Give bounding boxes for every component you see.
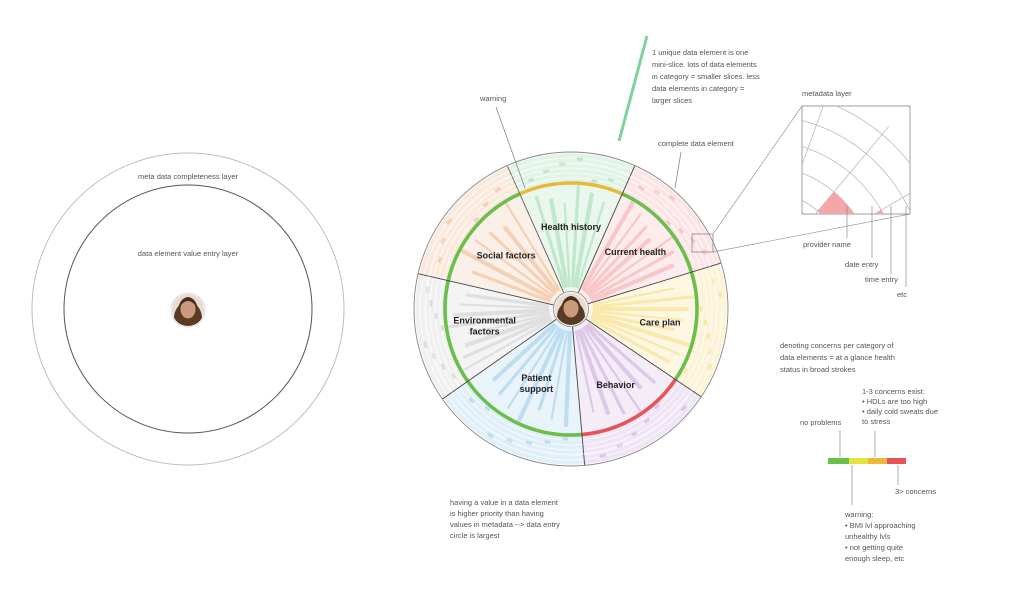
note-line: circle is largest: [450, 531, 501, 540]
no-problems-label: no problems: [800, 418, 842, 427]
etc-label: etc: [897, 290, 907, 299]
warning-detail: warning: • BMI lvl approaching unhealthy…: [844, 510, 916, 563]
metadata-tick: [591, 179, 598, 184]
provider-name-label: provider name: [803, 240, 851, 249]
note-line: mini-slice. lots of data elements: [652, 60, 757, 69]
segment-label-line: Current health: [605, 247, 667, 257]
metadata-tick: [440, 324, 445, 331]
legend-line: unhealthy lvls: [845, 532, 891, 541]
concerns-note: denoting concerns per category of data e…: [780, 341, 895, 374]
legend-line: • daily cold sweats due: [862, 407, 938, 416]
3plus-concerns-label: 3> concerns: [895, 487, 936, 496]
metadata-tick: [599, 453, 607, 458]
legend-line: • not getting quite: [845, 543, 903, 552]
segment-label-health-history: Health history: [541, 222, 601, 232]
note-line: values in metadata --> data entry: [450, 520, 560, 529]
note-line: having a value in a data element: [450, 498, 559, 507]
segment-label-line: Environmental: [453, 315, 516, 325]
legend-line: • BMI lvl approaching: [845, 521, 916, 530]
metadata-layer-label: metadata layer: [802, 89, 852, 98]
metadata-tick: [706, 333, 711, 340]
segment-label-line: Patient: [521, 373, 551, 383]
status-legend: no problems 1-3 concerns exist: • HDLs a…: [800, 387, 938, 563]
legend-line: 1-3 concerns exist:: [862, 387, 925, 396]
segment-label-line: support: [520, 384, 554, 394]
avatar: [170, 292, 206, 328]
segment-label-behavior: Behavior: [596, 380, 635, 390]
left-layer-diagram: meta data completeness layer data elemen…: [31, 152, 345, 466]
priority-note: having a value in a data element is high…: [450, 498, 560, 540]
segment-label-social-factors: Social factors: [477, 251, 536, 261]
segment-label-care-plan: Care plan: [640, 317, 681, 327]
segment-label-line: Health history: [541, 222, 601, 232]
legend-swatch-3plus-concerns: [887, 458, 906, 464]
zoom-connector: [712, 105, 803, 235]
segment-label-line: Social factors: [477, 251, 536, 261]
note-line: data elements = at a glance health: [780, 353, 895, 362]
time-entry-label: time entry: [865, 275, 898, 284]
note-line: 1 unique data element is one: [652, 48, 748, 57]
legend-line: to stress: [862, 417, 891, 426]
legend-line: • HDLs are too high: [862, 397, 927, 406]
metadata-tick: [528, 177, 535, 183]
note-line: is higher priority than having: [450, 509, 544, 518]
warning-callout-label: warning: [479, 94, 506, 103]
metadata-tick: [525, 440, 533, 445]
highlight-stroke: [617, 35, 649, 142]
segment-label-patient-support: Patient support: [520, 373, 554, 394]
segment-label-line: Behavior: [596, 380, 635, 390]
segment-label-line: factors: [470, 326, 500, 336]
segment-label-line: Care plan: [640, 317, 681, 327]
legend-line: enough sleep, etc: [845, 554, 904, 563]
metadata-tick: [544, 439, 551, 444]
legend-swatch-1-3-concerns: [868, 458, 887, 464]
mini-slice-note: 1 unique data element is one mini-slice.…: [652, 48, 760, 105]
complete-data-leader: [674, 151, 682, 189]
complete-data-element-label: complete data element: [658, 139, 735, 148]
metadata-tick: [542, 169, 550, 174]
date-entry-label: date entry: [845, 260, 879, 269]
note-line: denoting concerns per category of: [780, 341, 894, 350]
segment-label-current-health: Current health: [605, 247, 667, 257]
legend-swatch-warning: [849, 458, 868, 464]
note-line: status in broad strokes: [780, 365, 856, 374]
metadata-layer-label: meta data completeness layer: [138, 172, 239, 181]
metadata-tick: [423, 341, 428, 348]
legend-line: warning:: [844, 510, 873, 519]
concerns-1-3-label: 1-3 concerns exist: • HDLs are too high …: [862, 387, 938, 426]
legend-swatch-no-problems: [828, 458, 849, 464]
note-line: in category = smaller slices. less: [652, 72, 760, 81]
metadata-tick: [607, 177, 614, 183]
metadata-tick: [703, 319, 708, 326]
note-line: larger slices: [652, 96, 692, 105]
note-line: data elements in category =: [652, 84, 745, 93]
data-entry-layer-label: data element value entry layer: [138, 249, 239, 258]
metadata-tick: [437, 256, 443, 264]
metadata-tick: [718, 290, 723, 298]
infographic-canvas: meta data completeness layer data elemen…: [31, 35, 938, 563]
